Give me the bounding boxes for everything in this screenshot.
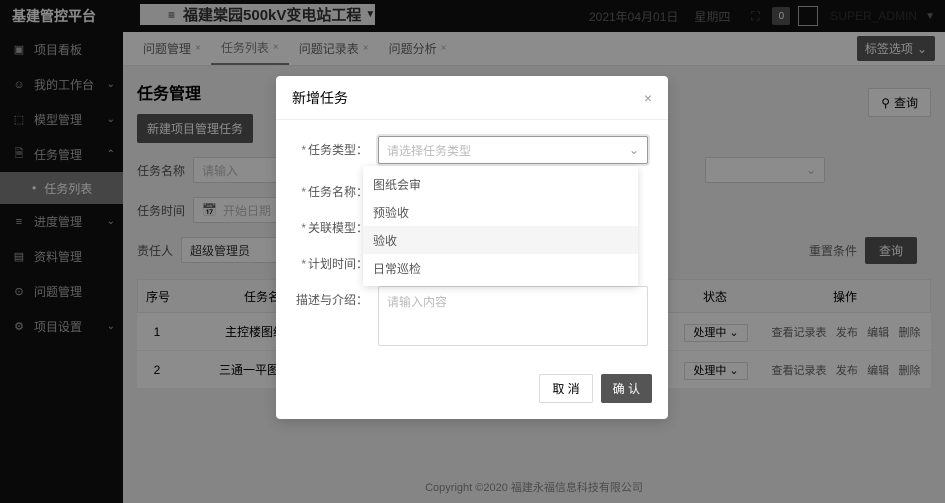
dropdown-item[interactable]: 预验收 xyxy=(363,198,638,226)
dropdown-item[interactable]: 图纸会审 xyxy=(363,170,638,198)
label-type: 任务类型： xyxy=(308,143,368,157)
dropdown-item[interactable]: 验收 xyxy=(363,226,638,254)
label-model: 关联模型： xyxy=(308,221,368,235)
close-icon[interactable]: × xyxy=(644,90,652,106)
label-desc: 描述与介绍： xyxy=(296,293,368,307)
task-type-dropdown: 图纸会审 预验收 验收 日常巡检 xyxy=(363,166,638,286)
modal-title: 新增任务 xyxy=(292,88,348,108)
placeholder: 请选择任务类型 xyxy=(387,142,471,159)
dropdown-item[interactable]: 日常巡检 xyxy=(363,254,638,282)
cancel-button[interactable]: 取 消 xyxy=(539,374,592,403)
desc-textarea[interactable]: 请输入内容 xyxy=(378,286,648,346)
task-type-select[interactable]: 请选择任务类型 ⌄ xyxy=(378,136,648,164)
confirm-button[interactable]: 确 认 xyxy=(601,374,652,403)
label-plan-time: 计划时间： xyxy=(308,257,368,271)
chevron-down-icon: ⌄ xyxy=(629,143,639,157)
label-name: 任务名称： xyxy=(308,185,368,199)
